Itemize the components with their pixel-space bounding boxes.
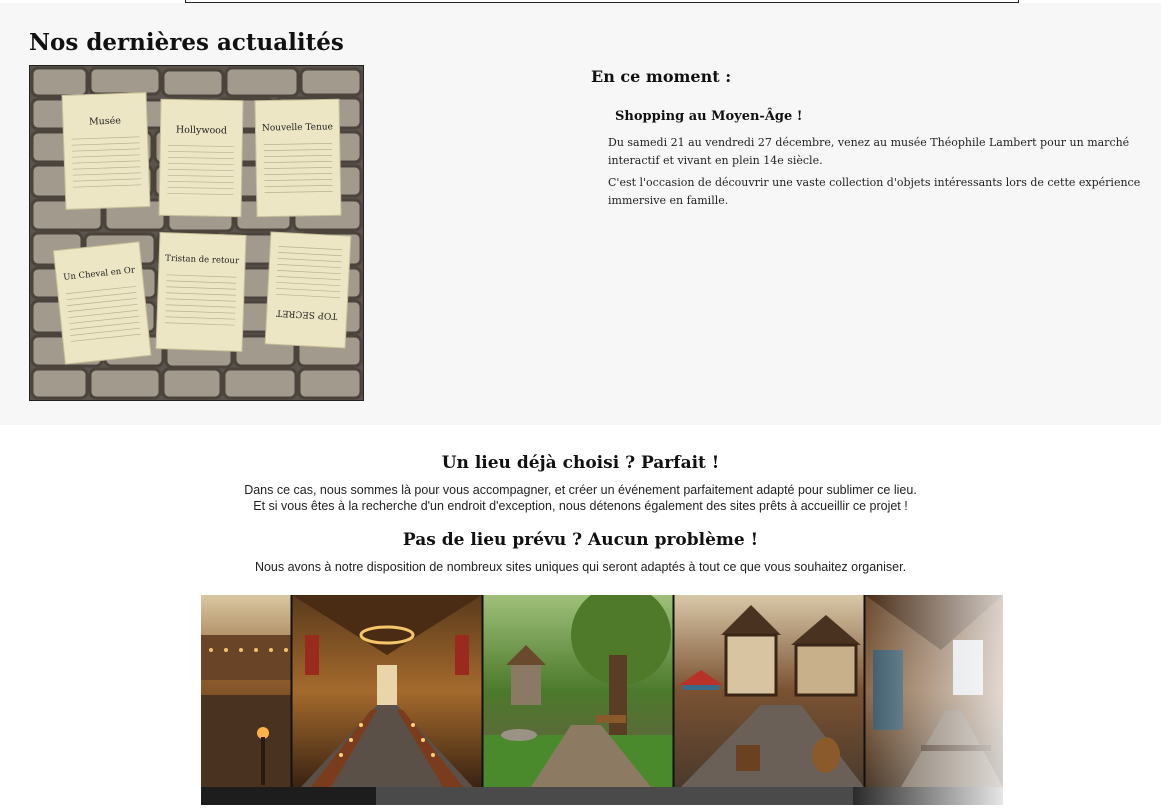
news-title: Nos dernières actualités — [29, 29, 344, 56]
note-tristan-de-retour[interactable]: Tristan de retour — [155, 232, 247, 352]
venue-text-chosen-2: Et si vous êtes à la recherche d'un endr… — [253, 499, 908, 513]
event-description-1: Du samedi 21 au vendredi 27 décembre, ve… — [608, 136, 1130, 167]
news-section: Nos dernières actualités Musée Hollywood… — [0, 3, 1161, 425]
venue-gallery-images — [201, 595, 1003, 787]
venue-image-library-hall[interactable] — [865, 595, 1003, 787]
stone-wall-illustration: Musée Hollywood Nouvelle Tenue Un Cheval… — [30, 66, 363, 400]
note-nouvelle-tenue[interactable]: Nouvelle Tenue — [254, 98, 342, 218]
venue-heading-none: Pas de lieu prévu ? Aucun problème ! — [402, 530, 759, 550]
venue-image-courtyard[interactable] — [201, 595, 291, 787]
note-musee[interactable]: Musée — [61, 92, 151, 210]
venue-image-garden[interactable] — [483, 595, 673, 787]
venue-heading-chosen: Un lieu déjà choisi ? Parfait ! — [441, 453, 720, 473]
venue-image-great-hall[interactable] — [292, 595, 482, 787]
venue-section: Un lieu déjà choisi ? Parfait ! Dans ce … — [0, 425, 1161, 812]
venue-text-chosen-1: Dans ce cas, nous sommes là pour vous ac… — [244, 483, 917, 497]
note-un-cheval-en-or[interactable]: Un Cheval en Or — [52, 241, 152, 365]
note-top-secret[interactable]: TOP SECRET — [264, 231, 352, 349]
event-title: Shopping au Moyen-Âge ! — [615, 109, 803, 124]
current-events-title: En ce moment : — [591, 67, 732, 86]
venue-gallery[interactable] — [201, 595, 1003, 787]
event-description-2: C'est l'occasion de découvrir une vaste … — [608, 176, 1141, 207]
gallery-scroll-thumb[interactable] — [376, 787, 856, 805]
scrollbar-fade — [853, 787, 1003, 805]
note-hollywood[interactable]: Hollywood — [158, 98, 244, 218]
venue-text-none: Nous avons à notre disposition de nombre… — [254, 560, 907, 574]
note-label: Musée — [89, 115, 122, 127]
note-label: Hollywood — [176, 125, 227, 137]
gallery-scrollbar[interactable] — [201, 787, 1003, 805]
venue-image-market[interactable] — [674, 595, 864, 787]
note-label: Nouvelle Tenue — [262, 122, 333, 133]
news-board-image[interactable]: Musée Hollywood Nouvelle Tenue Un Cheval… — [29, 65, 364, 401]
